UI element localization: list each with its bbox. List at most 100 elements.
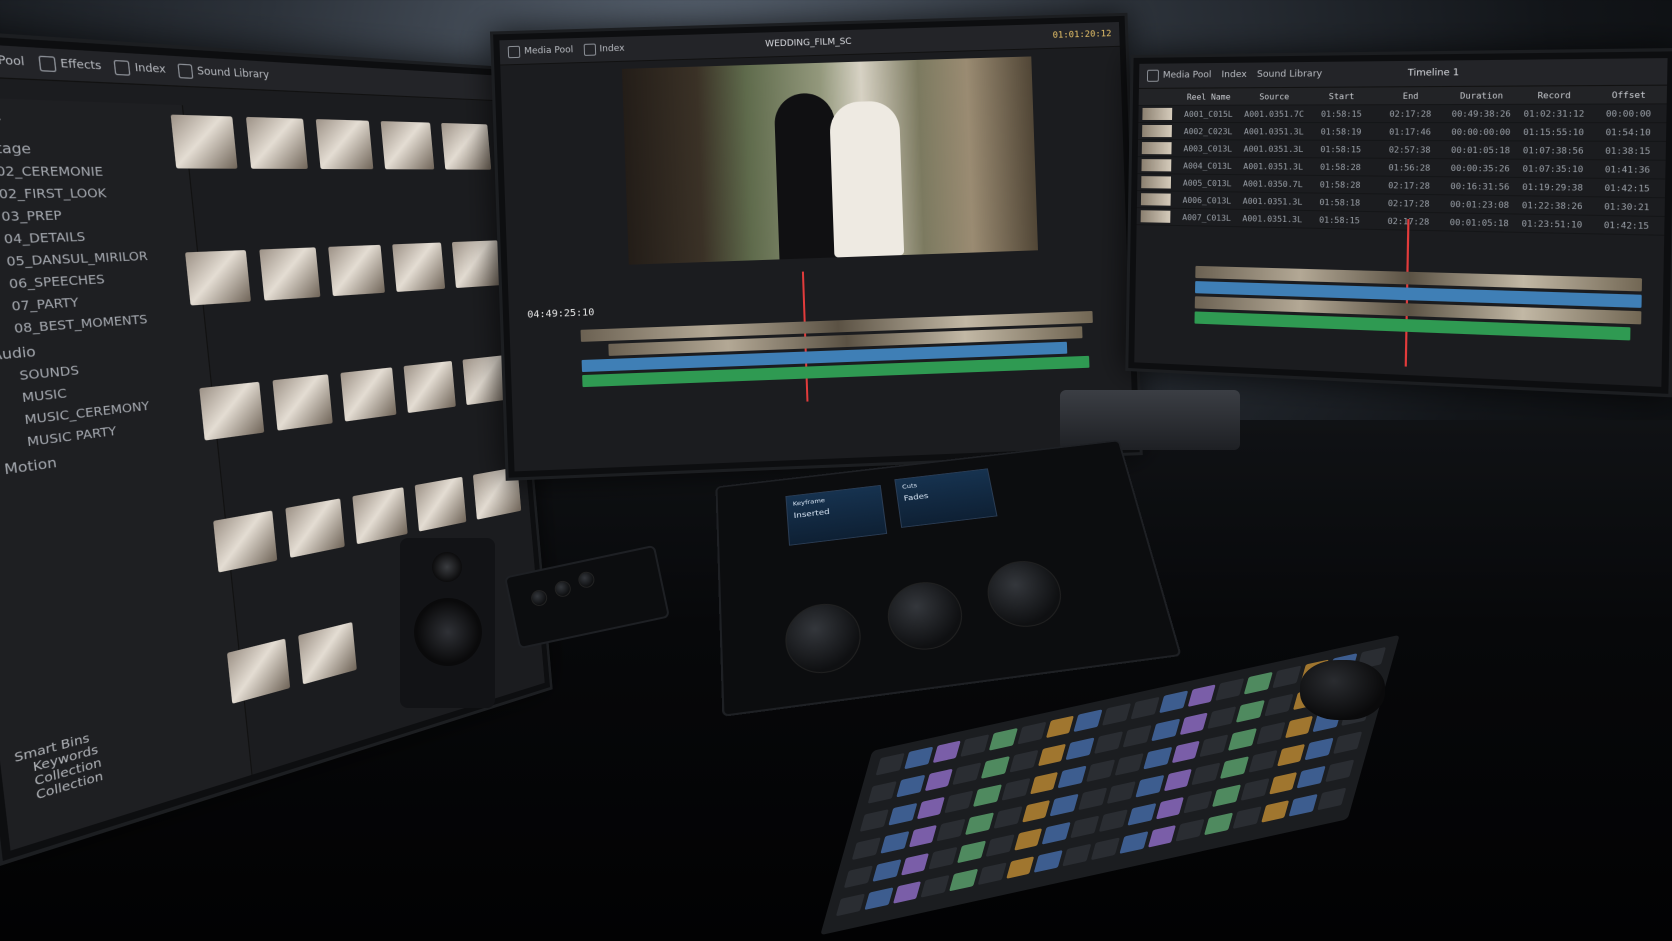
keyboard-key[interactable] — [1171, 740, 1201, 764]
keyboard-key[interactable] — [1034, 849, 1064, 873]
keyboard-key[interactable] — [851, 837, 881, 861]
media-thumbnail[interactable] — [392, 242, 450, 350]
media-thumbnail[interactable] — [245, 116, 314, 233]
keyboard-key[interactable] — [928, 846, 958, 870]
media-thumbnail[interactable] — [272, 373, 338, 493]
keyboard-key[interactable] — [875, 752, 905, 776]
keyboard-key[interactable] — [1207, 706, 1237, 729]
keyboard-key[interactable] — [1037, 743, 1067, 767]
keyboard-key[interactable] — [1248, 750, 1278, 773]
right-tab-media-pool[interactable]: Media Pool — [1146, 69, 1212, 82]
edl-col-record[interactable]: Record — [1517, 90, 1591, 100]
edl-col-start[interactable]: Start — [1308, 91, 1376, 101]
keyboard-key[interactable] — [1240, 778, 1270, 801]
keyboard-key[interactable] — [1204, 812, 1233, 836]
keyboard-key[interactable] — [1256, 721, 1286, 745]
keyboard-key[interactable] — [1227, 728, 1257, 751]
keyboard-key[interactable] — [1127, 803, 1156, 826]
center-tab-index[interactable]: Index — [583, 43, 625, 56]
keyboard-key[interactable] — [960, 734, 990, 757]
keyboard-key[interactable] — [1062, 843, 1092, 867]
media-thumbnail[interactable] — [199, 381, 270, 505]
keyboard-key[interactable] — [1050, 793, 1079, 817]
keyboard-key[interactable] — [1191, 762, 1221, 786]
media-thumbnail[interactable] — [328, 244, 390, 357]
keyboard-key[interactable] — [1187, 684, 1217, 708]
keyboard-key[interactable] — [1147, 824, 1177, 848]
toolbar-sound-library[interactable]: Sound Library — [177, 63, 270, 82]
keyboard-key[interactable] — [908, 824, 938, 848]
keyboard-key[interactable] — [1289, 793, 1318, 817]
edl-col-reel[interactable]: Reel Name — [1176, 92, 1241, 101]
keyboard-key[interactable] — [1114, 753, 1144, 776]
media-thumbnail[interactable] — [340, 366, 402, 481]
keyboard-key[interactable] — [1009, 749, 1039, 773]
keyboard-key[interactable] — [892, 881, 922, 904]
keyboard-key[interactable] — [1215, 678, 1245, 701]
edl-col-source[interactable]: Source — [1241, 92, 1308, 102]
keyboard-key[interactable] — [843, 865, 873, 889]
media-thumbnail[interactable] — [285, 498, 350, 620]
keyboard-key[interactable] — [835, 893, 865, 917]
keyboard-key[interactable] — [1078, 787, 1108, 811]
edl-row[interactable]: A001_C015L A001.0351.7C 01:58:15 02:17:28 00… — [1138, 104, 1667, 124]
keyboard-key[interactable] — [1017, 721, 1047, 745]
keyboard-key[interactable] — [1220, 756, 1249, 779]
keyboard-key[interactable] — [1001, 777, 1031, 801]
keyboard-key[interactable] — [993, 806, 1023, 829]
keyboard-key[interactable] — [1284, 715, 1314, 739]
keyboard-key[interactable] — [916, 796, 946, 820]
keyboard-key[interactable] — [1317, 787, 1347, 811]
keyboard-key[interactable] — [1268, 771, 1298, 795]
keyboard-key[interactable] — [859, 809, 889, 832]
keyboard-key[interactable] — [1142, 746, 1172, 770]
gain-knob-3[interactable] — [576, 570, 596, 590]
media-thumbnail[interactable] — [226, 638, 296, 767]
media-thumbnail[interactable] — [441, 122, 496, 227]
keyboard-key[interactable] — [1235, 699, 1265, 723]
folder-footage[interactable]: Footage — [0, 135, 176, 163]
keyboard-key[interactable] — [1065, 737, 1095, 761]
keyboard-key[interactable] — [895, 774, 925, 798]
bin-master[interactable]: Master — [0, 107, 173, 139]
keyboard-key[interactable] — [1070, 815, 1100, 839]
keyboard-key[interactable] — [1212, 784, 1241, 808]
keyboard-key[interactable] — [872, 859, 902, 882]
keyboard-key[interactable] — [1297, 765, 1326, 789]
keyboard-key[interactable] — [952, 762, 982, 786]
keyboard-key[interactable] — [1005, 856, 1035, 879]
keyboard-key[interactable] — [1232, 806, 1262, 830]
toolbar-media-pool[interactable]: Media Pool — [0, 49, 25, 70]
keyboard-key[interactable] — [1045, 715, 1075, 739]
keyboard-key[interactable] — [920, 874, 950, 898]
edl-row[interactable]: A002_C023L A001.0351.3L 01:58:19 01:17:46 00… — [1138, 122, 1667, 142]
keyboard-key[interactable] — [1058, 765, 1087, 789]
keyboard-key[interactable] — [1021, 799, 1051, 823]
keyboard-key[interactable] — [1106, 781, 1136, 804]
keyboard-key[interactable] — [1150, 718, 1180, 742]
trackball-center[interactable] — [884, 578, 968, 655]
keyboard-key[interactable] — [973, 784, 1002, 807]
toolbar-effects[interactable]: Effects — [37, 55, 103, 75]
media-thumbnail[interactable] — [185, 249, 257, 371]
keyboard-key[interactable] — [1029, 771, 1059, 795]
keyboard-key[interactable] — [1264, 693, 1294, 717]
center-tab-media-pool[interactable]: Media Pool — [507, 44, 574, 59]
keyboard-key[interactable] — [1276, 743, 1306, 767]
keyboard-key[interactable] — [1183, 790, 1213, 814]
trackball-right[interactable] — [982, 557, 1068, 632]
keyboard-key[interactable] — [1243, 671, 1273, 695]
folder-ceremonie[interactable]: 02_CEREMONIE — [0, 161, 178, 184]
keyboard-key[interactable] — [944, 790, 974, 814]
keyboard-key[interactable] — [932, 740, 962, 764]
keyboard-key[interactable] — [924, 768, 954, 792]
keyboard-key[interactable] — [965, 812, 994, 836]
keyboard-key[interactable] — [985, 834, 1015, 858]
video-viewer[interactable] — [621, 56, 1038, 265]
keyboard-key[interactable] — [1130, 696, 1160, 720]
media-thumbnail[interactable] — [213, 510, 283, 637]
keyboard-key[interactable] — [888, 802, 917, 826]
keyboard-key[interactable] — [957, 840, 986, 864]
edl-col-duration[interactable]: Duration — [1446, 90, 1518, 100]
keyboard-key[interactable] — [1158, 690, 1188, 714]
